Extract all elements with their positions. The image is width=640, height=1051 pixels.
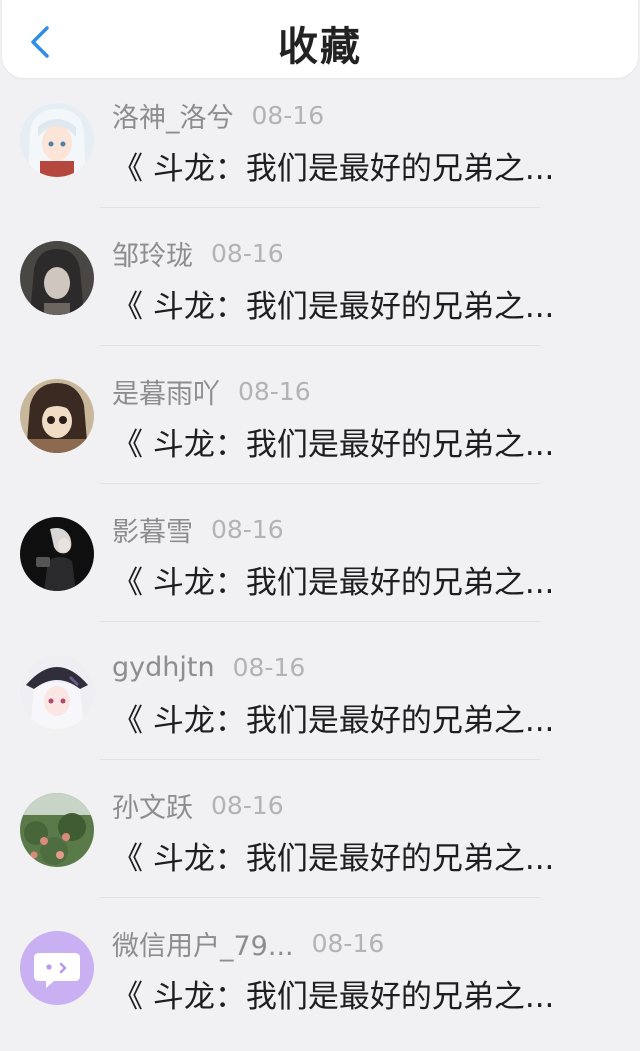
divider — [100, 897, 540, 898]
timestamp: 08-16 — [211, 514, 284, 544]
avatar[interactable] — [20, 517, 94, 591]
divider — [100, 483, 540, 484]
message-preview: 《 斗龙：我们是最好的兄弟之... — [112, 151, 555, 187]
list-item[interactable]: 洛神_洛兮 08-16 《 斗龙：我们是最好的兄弟之... — [0, 85, 640, 223]
timestamp: 08-16 — [211, 790, 284, 820]
username[interactable]: 是暮雨吖 — [112, 372, 220, 411]
list-item[interactable]: 孙文跃 08-16 《 斗龙：我们是最好的兄弟之... — [0, 775, 640, 913]
top-bar: 收藏 — [2, 0, 638, 78]
divider — [100, 207, 540, 208]
avatar[interactable] — [20, 793, 94, 867]
favorites-list: 洛神_洛兮 08-16 《 斗龙：我们是最好的兄弟之... 邹玲珑 08-16 … — [0, 85, 640, 1051]
divider — [100, 345, 540, 346]
divider — [100, 621, 540, 622]
username[interactable]: gydhjtn — [112, 652, 215, 683]
username[interactable]: 影暮雪 — [112, 510, 193, 549]
list-item[interactable]: 微信用户_79... 08-16 《 斗龙：我们是最好的兄弟之... — [0, 913, 640, 1051]
avatar[interactable] — [20, 655, 94, 729]
message-preview: 《 斗龙：我们是最好的兄弟之... — [112, 703, 555, 739]
message-preview: 《 斗龙：我们是最好的兄弟之... — [112, 289, 555, 325]
avatar[interactable] — [20, 103, 94, 177]
avatar[interactable] — [20, 379, 94, 453]
avatar[interactable] — [20, 241, 94, 315]
page-title: 收藏 — [278, 24, 362, 70]
timestamp: 08-16 — [232, 652, 306, 682]
username[interactable]: 孙文跃 — [112, 786, 193, 825]
timestamp: 08-16 — [251, 100, 325, 130]
timestamp: 08-16 — [238, 376, 311, 406]
timestamp: 08-16 — [211, 238, 284, 268]
username[interactable]: 洛神_洛兮 — [112, 96, 234, 135]
divider — [100, 759, 540, 760]
message-preview: 《 斗龙：我们是最好的兄弟之... — [112, 979, 555, 1015]
message-preview: 《 斗龙：我们是最好的兄弟之... — [112, 427, 555, 463]
username[interactable]: 邹玲珑 — [112, 234, 193, 273]
username[interactable]: 微信用户_79... — [112, 924, 294, 963]
list-item[interactable]: 是暮雨吖 08-16 《 斗龙：我们是最好的兄弟之... — [0, 361, 640, 499]
avatar[interactable] — [20, 931, 94, 1005]
message-preview: 《 斗龙：我们是最好的兄弟之... — [112, 565, 555, 601]
list-item[interactable]: 邹玲珑 08-16 《 斗龙：我们是最好的兄弟之... — [0, 223, 640, 361]
list-item[interactable]: 影暮雪 08-16 《 斗龙：我们是最好的兄弟之... — [0, 499, 640, 637]
timestamp: 08-16 — [311, 928, 385, 958]
list-item[interactable]: gydhjtn 08-16 《 斗龙：我们是最好的兄弟之... — [0, 637, 640, 775]
message-preview: 《 斗龙：我们是最好的兄弟之... — [112, 841, 555, 877]
